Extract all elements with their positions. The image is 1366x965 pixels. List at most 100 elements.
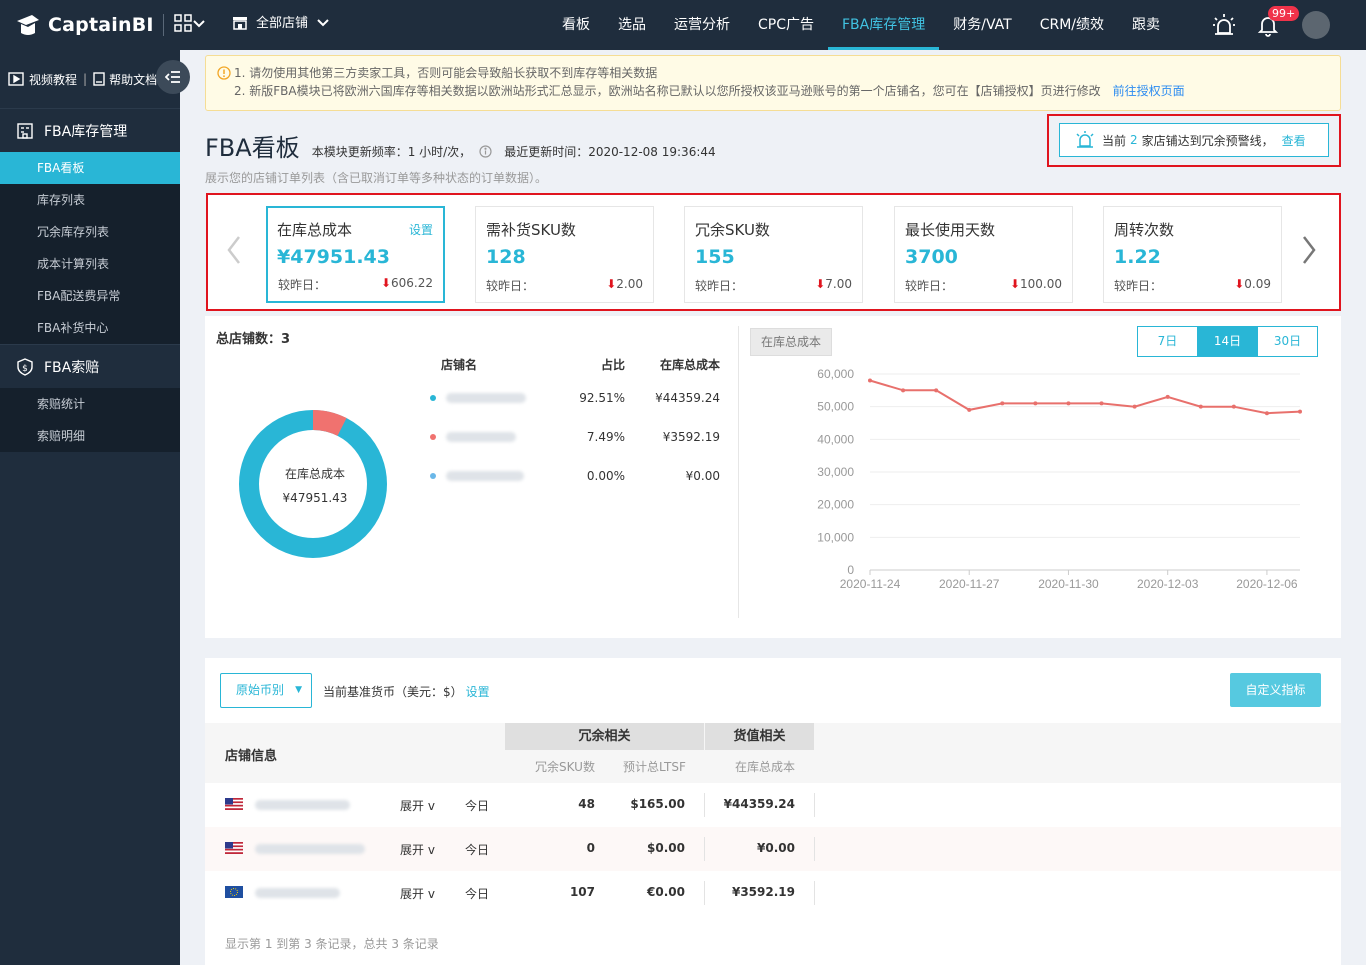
nav-cpc-ads[interactable]: CPC广告: [744, 0, 828, 50]
nav-finance-vat[interactable]: 财务/VAT: [939, 0, 1025, 50]
base-currency: 当前基准货币（美元：$）: [323, 685, 463, 699]
alert-count: 2: [1130, 133, 1138, 147]
legend-dot: [430, 394, 436, 401]
ltsf-value: $0.00: [647, 841, 685, 855]
nav-operations[interactable]: 运营分析: [660, 0, 744, 50]
y-tick-label: 40,000: [817, 432, 854, 446]
alarm-icon[interactable]: [1210, 11, 1238, 39]
expand-toggle[interactable]: 展开 v: [400, 885, 435, 902]
donut-value: ¥47951.43: [282, 491, 348, 505]
range-14d[interactable]: 14日: [1197, 326, 1258, 357]
currency-select[interactable]: 原始币别 ▼: [220, 673, 312, 708]
avatar[interactable]: [1302, 11, 1330, 39]
sidebar-group-fba-inventory[interactable]: FBA库存管理: [0, 108, 180, 152]
data-point: [868, 378, 872, 383]
chevron-left-icon[interactable]: [226, 235, 242, 272]
metric-tab[interactable]: 在库总成本: [750, 328, 832, 356]
sidebar-item-cost-calc[interactable]: 成本计算列表: [0, 248, 180, 280]
nav-crm[interactable]: CRM/绩效: [1026, 0, 1118, 50]
auth-page-link[interactable]: 前往授权页面: [1113, 84, 1185, 98]
expand-toggle[interactable]: 展开 v: [400, 797, 435, 814]
col-shop-name: 店铺名: [441, 357, 478, 372]
y-tick-label: 0: [847, 563, 854, 577]
sidebar-item-fba-dashboard[interactable]: FBA看板: [0, 152, 180, 184]
nav-product-selection[interactable]: 选品: [604, 0, 660, 50]
range-30d[interactable]: 30日: [1257, 326, 1318, 357]
kpi-settings-link[interactable]: 设置: [409, 221, 433, 238]
kpi-value: 3700: [905, 246, 958, 268]
divider: [814, 793, 815, 817]
kpi-card-total-cost[interactable]: 在库总成本 设置 ¥47951.43 较昨日： ⬇606.22: [266, 206, 445, 303]
kpi-card-turnover[interactable]: 周转次数 1.22 较昨日： ⬇0.09: [1103, 206, 1282, 303]
divider: [704, 837, 705, 861]
data-point: [1099, 401, 1104, 406]
help-doc-link[interactable]: 帮助文档: [109, 71, 157, 88]
nav-dashboard[interactable]: 看板: [548, 0, 604, 50]
range-7d[interactable]: 7日: [1137, 326, 1198, 357]
info-icon[interactable]: [479, 145, 492, 158]
arrow-down-icon: ⬇: [815, 277, 826, 291]
custom-metrics-button[interactable]: 自定义指标: [1230, 673, 1321, 707]
shop-count: 总店铺数：3: [216, 332, 291, 347]
store-selector[interactable]: 全部店铺: [232, 12, 330, 31]
doc-icon: [93, 72, 105, 86]
alert-view-link[interactable]: 查看: [1282, 132, 1306, 149]
x-tick-label: 2020-11-27: [939, 577, 1000, 591]
data-point: [1000, 401, 1005, 406]
sidebar-item-redundant-inventory[interactable]: 冗余库存列表: [0, 216, 180, 248]
page-title: FBA看板: [205, 134, 300, 162]
logo[interactable]: CaptainBI: [14, 9, 154, 41]
nav-fba-inventory[interactable]: FBA库存管理: [828, 0, 940, 50]
share-row: 92.51% ¥44359.24: [430, 378, 720, 417]
table-row: 展开 v 今日 0 $0.00 ¥0.00: [205, 827, 1341, 871]
donut-center: 在库总成本 ¥47951.43: [265, 462, 365, 510]
kpi-title: 最长使用天数: [905, 221, 996, 239]
table-row: 展开 v 今日 107 €0.00 ¥3592.19: [205, 871, 1341, 915]
divider: [163, 14, 164, 36]
kpi-card-max-days[interactable]: 最长使用天数 3700 较昨日： ⬇100.00: [894, 206, 1073, 303]
y-tick-label: 30,000: [817, 465, 854, 479]
sidebar-group-fba-claims[interactable]: $ FBA索赔: [0, 344, 180, 388]
store-name-redacted: [255, 800, 350, 810]
total-cost-value: ¥0.00: [757, 841, 795, 855]
kpi-cards: 在库总成本 设置 ¥47951.43 较昨日： ⬇606.22 需补货SKU数 1…: [206, 193, 1341, 311]
row-period: 今日: [465, 799, 490, 813]
col-share: 占比: [600, 357, 625, 372]
share-cost: ¥3592.19: [662, 429, 720, 444]
data-point: [1264, 411, 1269, 416]
store-name-redacted: [255, 888, 340, 898]
col-cost: 在库总成本: [659, 357, 720, 372]
top-bar: CaptainBI 全部店铺 看板 选品 运营分析 CPC广告 FBA库存管理 …: [0, 0, 1366, 50]
expand-toggle[interactable]: 展开 v: [400, 841, 435, 858]
sidebar-item-replenishment[interactable]: FBA补货中心: [0, 312, 180, 344]
divider: [704, 881, 705, 905]
chevron-right-icon[interactable]: [1301, 235, 1317, 272]
sidebar-group-label: FBA库存管理: [44, 123, 128, 140]
base-currency-settings-link[interactable]: 设置: [466, 685, 490, 699]
ltsf-value: $165.00: [630, 797, 685, 811]
kpi-title: 周转次数: [1114, 221, 1175, 239]
nav-follow-sell[interactable]: 跟卖: [1118, 0, 1174, 50]
app-switcher[interactable]: [174, 14, 206, 32]
video-tutorial-link[interactable]: 视频教程: [29, 71, 77, 88]
kpi-compare-label: 较昨日：: [1114, 279, 1163, 293]
last-update-time: 最近更新时间：2020-12-08 19:36:44: [504, 145, 716, 159]
cost-line-chart: 0 10,000 20,000 30,000 40,000 50,000 60,000 202…: [817, 367, 1302, 591]
kpi-delta: 606.22: [391, 276, 433, 290]
sidebar-item-claim-stats[interactable]: 索赔统计: [0, 388, 180, 420]
redundant-sku-count: 48: [578, 797, 595, 811]
sidebar-item-fee-anomaly[interactable]: FBA配送费异常: [0, 280, 180, 312]
sidebar-item-claim-details[interactable]: 索赔明细: [0, 420, 180, 452]
legend-dot: [430, 433, 436, 440]
kpi-card-redundant-sku[interactable]: 冗余SKU数 155 较昨日： ⬇7.00: [684, 206, 863, 303]
legend-dot: [430, 472, 436, 479]
kpi-card-restock-sku[interactable]: 需补货SKU数 128 较昨日： ⬇2.00: [475, 206, 654, 303]
row-period: 今日: [465, 843, 490, 857]
col-redundant-sku: 冗余SKU数: [535, 760, 595, 774]
table-header: 店铺信息 冗余相关 货值相关 冗余SKU数 预计总LTSF 在库总成本: [205, 723, 1341, 783]
sidebar-item-inventory-list[interactable]: 库存列表: [0, 184, 180, 216]
kpi-delta: 100.00: [1020, 277, 1062, 291]
row-period: 今日: [465, 887, 490, 901]
svg-text:$: $: [22, 364, 28, 374]
page-description: 展示您的店铺订单列表（含已取消订单等多种状态的订单数据）。: [205, 171, 548, 185]
